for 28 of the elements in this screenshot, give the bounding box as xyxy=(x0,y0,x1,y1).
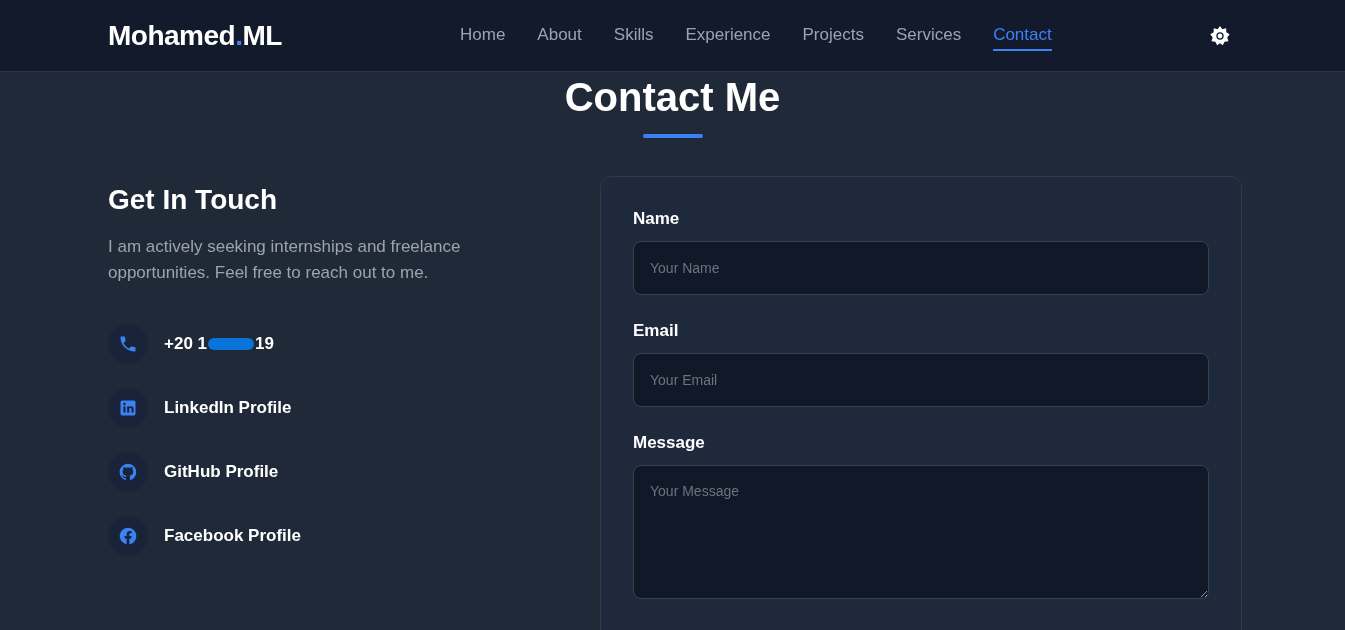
phone-icon xyxy=(108,324,148,364)
github-icon xyxy=(108,452,148,492)
nav-link[interactable]: Services xyxy=(895,20,962,51)
nav-link[interactable]: Skills xyxy=(613,20,654,51)
input-field[interactable]: Your Name xyxy=(633,241,1209,295)
nav-link[interactable]: Contact xyxy=(993,20,1052,51)
field-label: Message xyxy=(633,433,706,453)
nav-link[interactable]: Home xyxy=(460,20,506,51)
facebook-icon xyxy=(108,516,148,556)
profile-link[interactable]: LinkedIn Profile xyxy=(164,398,292,418)
section-title: Contact Me xyxy=(564,74,781,120)
profile-link[interactable]: GitHub Profile xyxy=(164,462,279,482)
sun-icon[interactable] xyxy=(1209,24,1231,47)
title-underline xyxy=(642,134,703,138)
message-field[interactable]: Your Message xyxy=(633,465,1209,599)
linkedin-icon xyxy=(108,388,148,428)
field-label: Email xyxy=(633,321,680,341)
nav-link[interactable]: About xyxy=(537,20,582,51)
info-heading: Get In Touch xyxy=(108,184,279,216)
nav-link[interactable]: Experience xyxy=(685,20,771,51)
phone-number-end: 19 xyxy=(255,334,274,354)
nav-link[interactable]: Projects xyxy=(802,20,864,51)
input-field[interactable]: Your Email xyxy=(633,353,1209,407)
phone-number: +20 1 xyxy=(164,334,207,354)
field-label: Name xyxy=(633,209,681,229)
profile-link[interactable]: Facebook Profile xyxy=(164,526,301,546)
logo[interactable]: Mohamed.ML xyxy=(108,19,460,52)
info-text: I am actively seeking internships and freelance opportunities. Feel free to reach out to me. xyxy=(108,236,462,284)
